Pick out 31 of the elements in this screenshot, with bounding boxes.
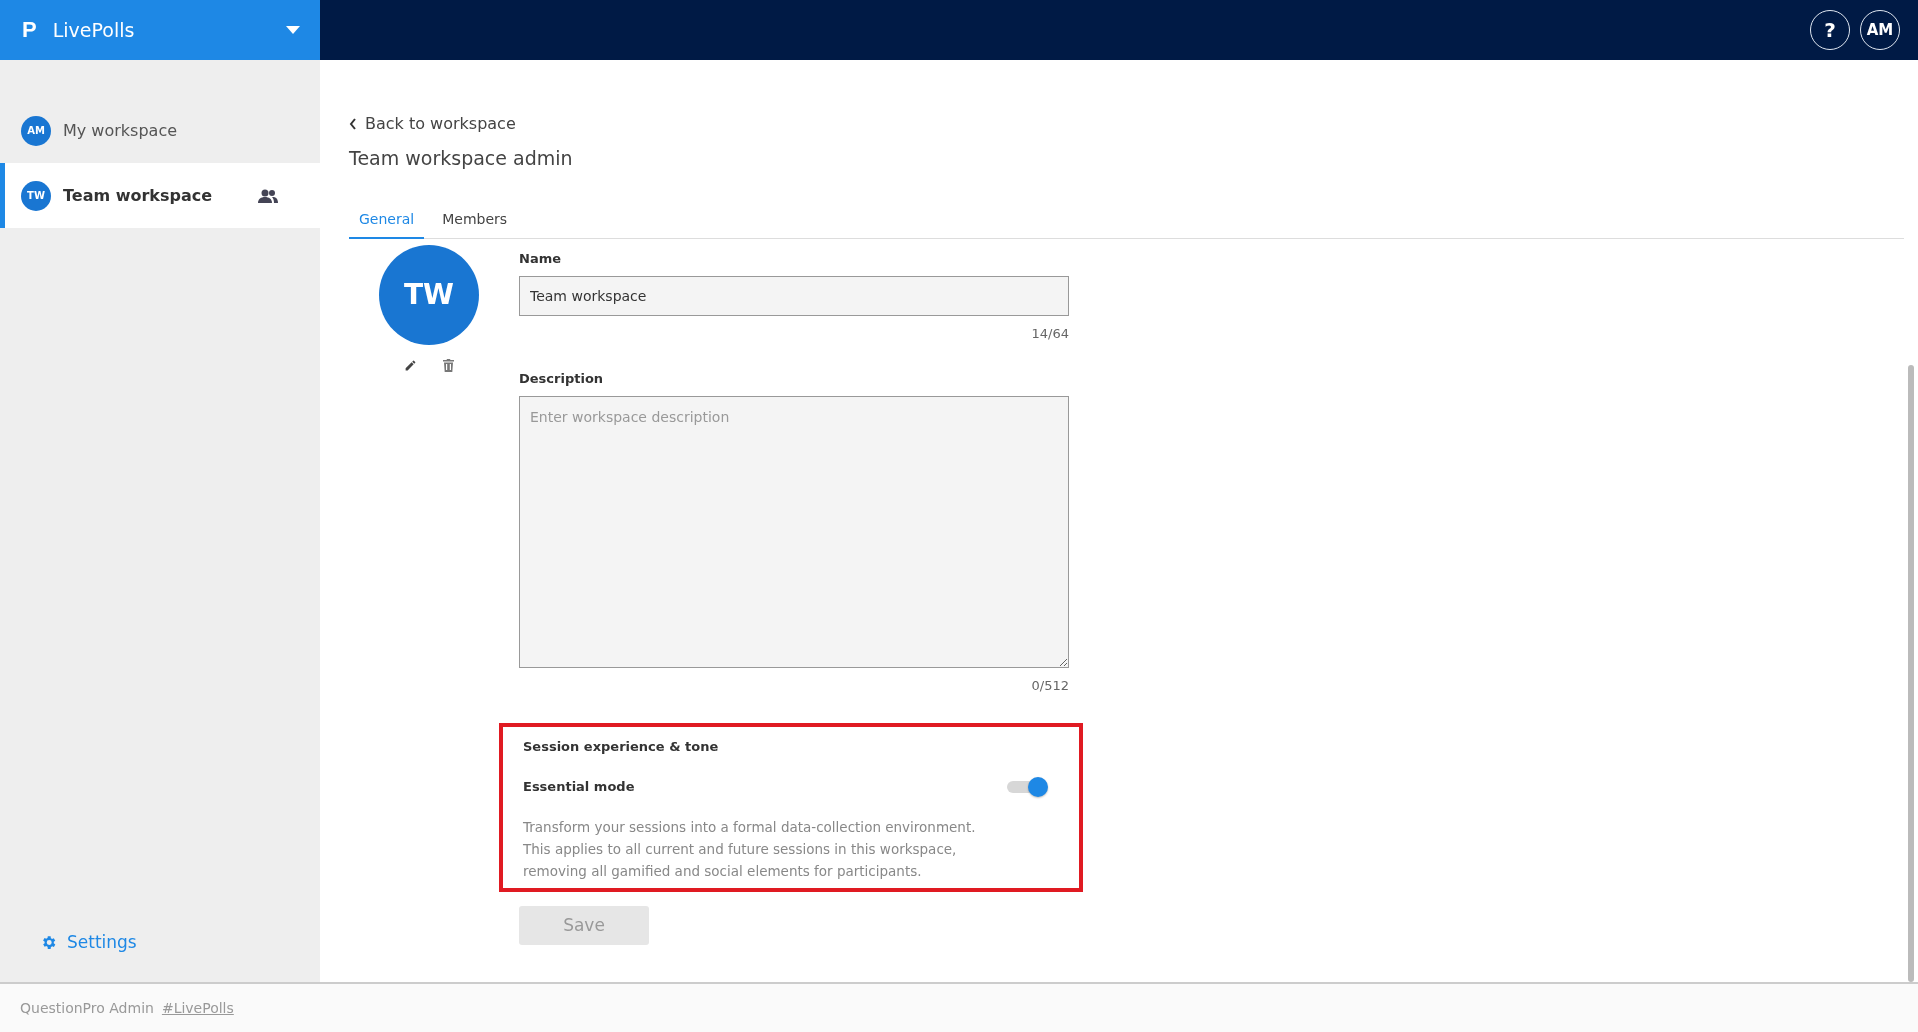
- name-input[interactable]: Team workspace: [519, 275, 1069, 316]
- sidebar-item[interactable]: TW Team workspace: [0, 163, 320, 228]
- field-label: Description: [519, 370, 605, 386]
- sidebar-item[interactable]: AM My workspace: [0, 98, 320, 163]
- section-title: Session experience & tone: [523, 738, 720, 754]
- toggle-switch[interactable]: [1005, 775, 1049, 798]
- brand-bar[interactable]: P LivePolls: [0, 0, 320, 60]
- dropdown-caret-icon: [286, 26, 300, 34]
- toggle-label: Essential mode: [523, 779, 635, 794]
- workspace-initials: AM: [21, 115, 51, 146]
- app-name: LivePolls: [52, 19, 136, 41]
- logo-icon: P: [22, 17, 37, 43]
- character-counter: 14/64: [1031, 325, 1069, 341]
- description-input[interactable]: Enter workspace description: [519, 395, 1069, 668]
- pencil-icon[interactable]: [404, 358, 417, 372]
- scrollbar[interactable]: [1908, 365, 1914, 982]
- workspace-label: Team workspace: [63, 186, 214, 205]
- back-link[interactable]: Back to workspace: [349, 114, 516, 133]
- workspace-label: My workspace: [63, 121, 178, 140]
- tab[interactable]: General: [349, 203, 425, 239]
- chevron-left-icon: [349, 117, 357, 130]
- trash-icon[interactable]: [443, 358, 454, 372]
- settings-icon: [40, 933, 57, 951]
- workspace-initials: TW: [21, 180, 51, 211]
- workspace-avatar: TW: [379, 244, 479, 345]
- mode-description: Transform your sessions into a formal data-collection environment. This applies to all current and future sessions in this workspace, removing all gamified and social elements for participants.: [523, 817, 977, 881]
- field-label: Name: [519, 250, 562, 266]
- footer-text: QuestionPro Admin: [20, 1000, 154, 1016]
- page-title: Team workspace admin: [349, 147, 574, 169]
- character-counter: 0/512: [1031, 677, 1069, 693]
- tab[interactable]: Members: [432, 203, 518, 239]
